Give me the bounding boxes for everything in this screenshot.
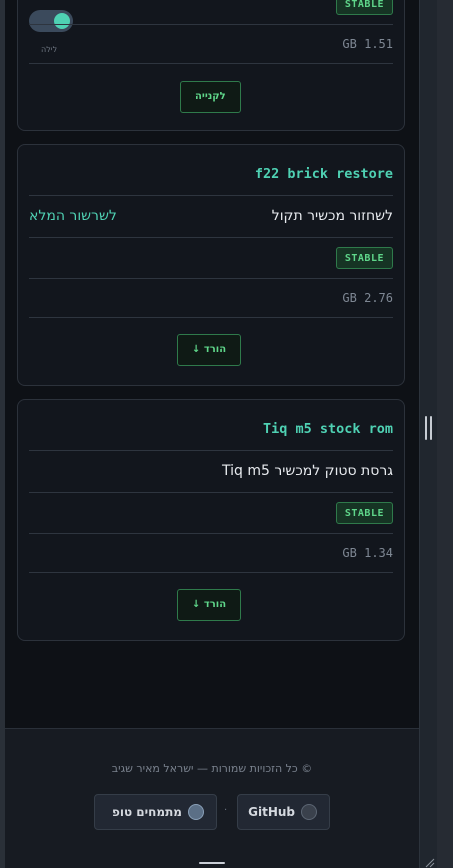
github-icon [301,803,317,820]
divider [29,450,393,451]
file-size: GB 1.51 [342,37,393,51]
globe-icon [188,803,204,820]
divider [29,278,393,279]
divider [29,533,393,534]
card-description: לשחזור מכשיר תקול [271,208,393,224]
file-size: GB 2.76 [342,291,393,305]
home-indicator [199,862,225,864]
community-label: מתמחים טופ [111,805,182,819]
toggle-label: לילה [41,45,58,54]
divider [29,317,393,318]
rom-card: לילה STABLE GB 1.51 לקנייה [17,0,405,131]
window-right-edge [437,0,453,868]
divider [29,237,393,238]
status-badge: STABLE [335,502,393,524]
divider [29,195,393,196]
community-button[interactable]: מתמחים טופ [94,794,217,830]
page-viewport: לילה STABLE GB 1.51 לקנייה f22 brick res… [5,0,419,868]
download-button[interactable]: הורד ↓ [177,589,242,621]
rom-card: Tiq m5 stock rom גרסת סטוק למכשיר Tiq m5… [17,399,405,641]
resize-corner-icon[interactable] [425,858,435,868]
copyright-text: © כל הזכויות שמורות — ישראל מאיר שגיב [111,762,313,775]
card-title: f22 brick restore [254,166,393,182]
github-button[interactable]: GitHub [237,794,330,830]
card-description: גרסת סטוק למכשיר Tiq m5 [222,463,393,479]
separator: · [224,805,228,816]
file-size: GB 1.34 [342,546,393,560]
divider [29,24,393,25]
divider [29,492,393,493]
status-badge: STABLE [335,0,393,15]
divider [29,572,393,573]
status-badge: STABLE [335,247,393,269]
divider [29,63,393,64]
resize-handle[interactable] [425,416,433,440]
rom-card: f22 brick restore לשחזור מכשיר תקול לשרש… [17,144,405,386]
buy-button[interactable]: לקנייה [180,81,241,113]
full-thread-link[interactable]: לשרשור המלא [29,208,117,224]
download-button[interactable]: הורד ↓ [177,334,242,366]
github-label: GitHub [248,805,295,819]
toggle-knob [54,13,70,29]
card-title: Tiq m5 stock rom [262,421,393,437]
theme-toggle[interactable] [29,10,73,32]
footer: © כל הזכויות שמורות — ישראל מאיר שגיב מת… [5,728,419,868]
